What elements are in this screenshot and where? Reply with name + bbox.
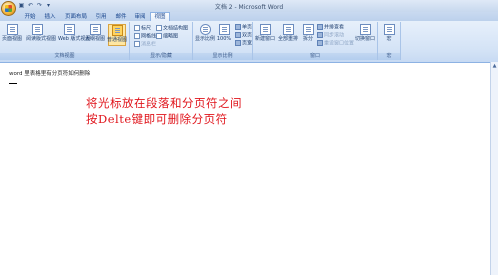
tab-references[interactable]: 引用 — [92, 13, 110, 21]
group-window: 新建窗口 全部重排 拆分 并排查看 同步滚动 重设窗口位置 切换窗口 窗口 — [253, 22, 378, 60]
print-layout-button[interactable]: 页面视图 — [2, 24, 22, 46]
tab-insert[interactable]: 插入 — [40, 13, 60, 21]
page-break-cursor-mark — [9, 83, 17, 84]
instruction-line-1: 将光标放在段落和分页符之间 — [86, 96, 242, 110]
synchronous-scrolling-button[interactable]: 同步滚动 — [317, 32, 344, 39]
ruler-checkbox[interactable]: 标尺 — [134, 25, 151, 32]
arrange-all-button[interactable]: 全部重排 — [278, 24, 298, 46]
document-map-checkbox[interactable]: 文档结构图 — [156, 25, 188, 32]
group-label-document-views: 文档视图 — [0, 53, 129, 60]
page-width-icon — [235, 40, 241, 46]
draft-icon — [111, 25, 123, 36]
tab-page-layout[interactable]: 页面布局 — [62, 13, 90, 21]
instruction-line-2: 按Delte键即可删除分页符 — [86, 112, 228, 126]
outline-icon — [89, 24, 101, 35]
draft-button[interactable]: 普通视图 — [107, 24, 127, 46]
group-label-window: 窗口 — [253, 53, 377, 60]
ribbon-tabs: 开始 插入 页面布局 引用 邮件 审阅 视图 — [0, 12, 498, 21]
quick-access-toolbar: ▣ ↶ ↷ ▾ — [18, 2, 52, 10]
switch-windows-button[interactable]: 切换窗口 — [355, 24, 375, 46]
thumbnails-checkbox[interactable]: 缩略图 — [156, 33, 178, 40]
group-macros: 宏 宏 — [378, 22, 401, 60]
reset-window-position-button[interactable]: 重设窗口位置 — [317, 40, 354, 47]
document-first-line: word 里表格里有分页符如何删除 — [9, 71, 91, 77]
web-layout-button[interactable]: Web 版式视图 — [58, 24, 91, 46]
page-width-button[interactable]: 页宽 — [235, 40, 252, 47]
split-button[interactable]: 拆分 — [301, 24, 315, 46]
macros-icon — [383, 24, 395, 35]
tab-mailings[interactable]: 邮件 — [112, 13, 130, 21]
tab-home[interactable]: 开始 — [20, 13, 40, 21]
one-page-button[interactable]: 单页 — [235, 24, 252, 31]
side-by-side-icon — [317, 24, 323, 30]
zoom-100-icon — [218, 24, 230, 35]
web-layout-icon — [63, 24, 75, 35]
gridlines-checkbox[interactable]: 网格线 — [134, 33, 156, 40]
ribbon: 页面视图 阅读版式视图 Web 版式视图 大纲视图 普通视图 文档视图 标尺 网… — [0, 21, 498, 63]
save-icon[interactable]: ▣ — [18, 2, 25, 9]
tab-review[interactable]: 审阅 — [131, 13, 149, 21]
group-show-hide: 标尺 网格线 消息栏 文档结构图 缩略图 显示/隐藏 — [130, 22, 193, 60]
arrange-all-icon — [282, 24, 294, 35]
new-window-icon — [259, 24, 271, 35]
two-pages-icon — [235, 32, 241, 38]
zoom-button[interactable]: 显示比例 — [195, 24, 215, 46]
outline-button[interactable]: 大纲视图 — [85, 24, 105, 46]
undo-icon[interactable]: ↶ — [27, 2, 34, 9]
office-button[interactable] — [1, 1, 16, 16]
group-zoom: 显示比例 100% 单页 双页 页宽 显示比例 — [193, 22, 253, 60]
title-bar: 文档 2 - Microsoft Word — [0, 0, 498, 12]
full-screen-reading-button[interactable]: 阅读版式视图 — [26, 24, 56, 46]
group-label-macros: 宏 — [378, 53, 400, 60]
group-label-zoom: 显示比例 — [193, 53, 252, 60]
tab-view[interactable]: 视图 — [150, 12, 170, 21]
magnifier-icon — [199, 24, 211, 35]
message-bar-checkbox[interactable]: 消息栏 — [134, 41, 156, 48]
qat-dropdown-icon[interactable]: ▾ — [45, 2, 52, 9]
new-window-button[interactable]: 新建窗口 — [255, 24, 275, 46]
split-icon — [302, 24, 314, 35]
redo-icon[interactable]: ↷ — [36, 2, 43, 9]
reading-layout-icon — [31, 24, 43, 35]
print-layout-icon — [6, 24, 18, 35]
zoom-100-button[interactable]: 100% — [217, 24, 231, 46]
scroll-up-arrow-icon[interactable]: ▲ — [492, 64, 497, 69]
group-document-views: 页面视图 阅读版式视图 Web 版式视图 大纲视图 普通视图 文档视图 — [0, 22, 130, 60]
sync-scroll-icon — [317, 32, 323, 38]
two-pages-button[interactable]: 双页 — [235, 32, 252, 39]
office-logo-icon — [5, 5, 12, 12]
document-page[interactable]: word 里表格里有分页符如何删除 将光标放在段落和分页符之间 按Delte键即… — [0, 63, 490, 275]
switch-windows-icon — [359, 24, 371, 35]
view-side-by-side-button[interactable]: 并排查看 — [317, 24, 344, 31]
window-title: 文档 2 - Microsoft Word — [214, 4, 284, 11]
vertical-scrollbar[interactable]: ▲ — [490, 62, 498, 275]
one-page-icon — [235, 24, 241, 30]
group-label-show-hide: 显示/隐藏 — [130, 53, 192, 60]
reset-position-icon — [317, 40, 323, 46]
macros-button[interactable]: 宏 — [382, 24, 396, 46]
